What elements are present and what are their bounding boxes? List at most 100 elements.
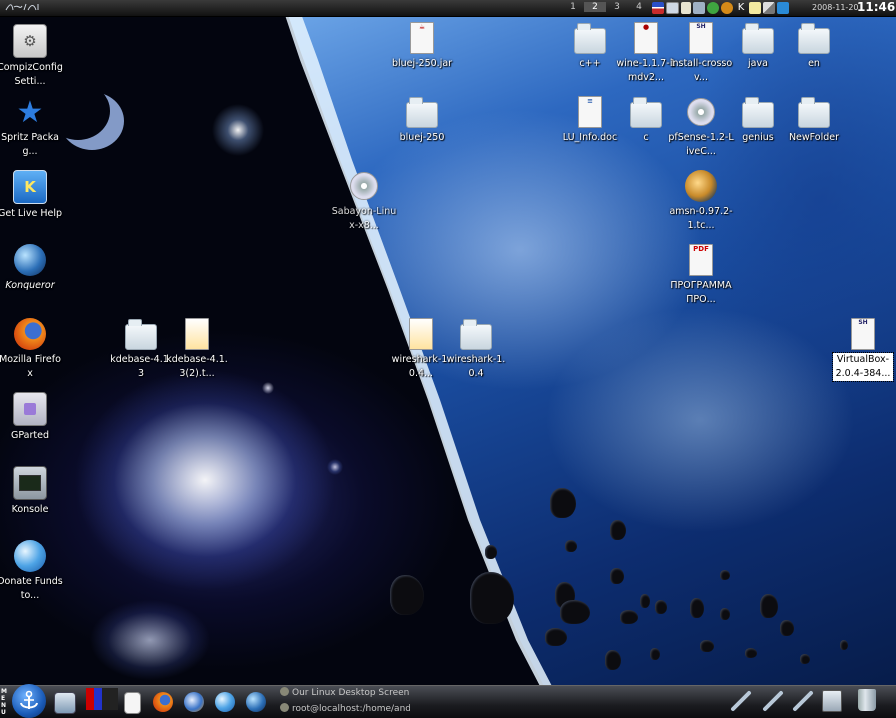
desktop-icon-newfolder[interactable]: NewFolder	[781, 96, 847, 145]
pen-tool-icon[interactable]	[792, 690, 814, 712]
task-label: root@localhost:/home/and	[292, 704, 410, 714]
desktop-icon-bluej-folder[interactable]: bluej-250	[389, 96, 455, 145]
konqueror-launch-icon[interactable]	[246, 692, 266, 712]
globe-launch-icon[interactable]	[215, 692, 235, 712]
asteroid	[690, 598, 704, 618]
anchor-icon	[20, 690, 38, 709]
desktop-icon-firefox[interactable]: Mozilla Firefox	[0, 318, 63, 381]
desktop-icon-label: Konqueror	[5, 280, 55, 291]
desktop-icon-donate[interactable]: Donate Funds to...	[0, 540, 63, 603]
asteroid	[470, 572, 514, 624]
desktop-icon-compizconfig[interactable]: ⚙ CompizConfig Setti...	[0, 24, 63, 89]
pen-tool-icon[interactable]	[762, 690, 784, 712]
printer-icon[interactable]	[693, 2, 705, 14]
desktop-icon-en[interactable]: en	[781, 22, 847, 71]
desktop-icon-label: NewFolder	[788, 132, 840, 143]
clock-date[interactable]: 2008-11-20	[812, 3, 859, 12]
desktop-pager: 1 2 3 4	[562, 2, 650, 12]
save-disk-icon[interactable]	[822, 690, 842, 712]
desktop-4-button[interactable]: 4	[628, 2, 650, 12]
desktop-icon-konsole[interactable]: Konsole	[0, 466, 63, 517]
folder-icon-wrap	[460, 318, 492, 350]
task-browser[interactable]: Our Linux Desktop Screen	[280, 686, 410, 700]
folder-icon	[406, 97, 438, 128]
asteroid	[720, 570, 730, 580]
top-panel: 1 2 3 4 K 2008-11-20 11:46	[0, 0, 896, 17]
desktop-icon-konqueror[interactable]: Konqueror	[0, 244, 63, 293]
desktop-icon-pdf[interactable]: PDF ПРОГРАММА ПРО...	[668, 244, 734, 307]
folder-icon	[798, 97, 830, 128]
desktop-2-button[interactable]: 2	[584, 2, 606, 12]
pen-icon-svg	[731, 691, 751, 711]
folder-icon	[742, 97, 774, 128]
desktop-3-button[interactable]: 3	[606, 2, 628, 12]
asteroid	[760, 594, 778, 618]
pen-icon-svg	[763, 691, 783, 711]
network-icon[interactable]	[763, 2, 775, 14]
k-help-icon: K	[13, 170, 47, 204]
asteroid	[620, 610, 638, 624]
pager-mini-icon[interactable]	[86, 688, 118, 710]
task-label: Our Linux Desktop Screen	[292, 688, 410, 698]
script-icon: SH	[689, 22, 713, 54]
asteroid	[390, 575, 424, 615]
asteroid	[780, 620, 794, 636]
java-file-icon: ☕	[410, 22, 434, 54]
pen-tool-icon[interactable]	[730, 690, 752, 712]
folder-icon	[630, 97, 662, 128]
pdf-wrap: PDF	[685, 244, 717, 276]
compiz-config-icon: ⚙	[13, 24, 47, 58]
asteroid	[640, 594, 650, 608]
folder-icon	[125, 319, 157, 350]
task-terminal[interactable]: root@localhost:/home/and	[280, 702, 410, 716]
desktop-icon-label: bluej-250.jar	[391, 58, 453, 69]
thunderbird-launch-icon[interactable]	[184, 692, 204, 712]
konqueror-icon	[14, 244, 46, 276]
clipboard-icon[interactable]	[681, 2, 691, 14]
crescent-moon	[60, 92, 124, 150]
k-icon[interactable]: K	[735, 2, 747, 14]
desktop-1-button[interactable]: 1	[562, 2, 584, 12]
script-wrap: SH	[847, 318, 879, 350]
panel-logo	[4, 1, 42, 16]
desktop-icon-gparted[interactable]: GParted	[0, 392, 63, 443]
java-file-wrap: ☕	[406, 22, 438, 54]
desktop-icon-amsn[interactable]: amsn-0.97.2-1.tc...	[668, 170, 734, 233]
desktop-icon-get-live-help[interactable]: K Get Live Help	[0, 170, 63, 221]
flag-icon[interactable]	[652, 2, 664, 14]
desktop-icon-kdebase-archive[interactable]: kdebase-4.1.3(2).t...	[164, 318, 230, 381]
show-desktop-icon[interactable]	[54, 692, 76, 714]
desktop-icon-virtualbox[interactable]: SH VirtualBox-2.0.4-384...	[832, 318, 894, 382]
terminal-task-icon	[280, 703, 289, 712]
asteroid	[565, 540, 577, 552]
handwriting-logo-icon	[5, 3, 39, 11]
desktop-icon-label: kdebase-4.1.3(2).t...	[166, 354, 228, 379]
desktop-icon-spritz[interactable]: ★ Spritz Packag...	[0, 95, 63, 159]
asteroid	[650, 648, 660, 660]
asteroid	[655, 600, 667, 614]
gear-icon[interactable]	[721, 2, 733, 14]
green-apple-icon[interactable]	[707, 2, 719, 14]
doc-wrap: ≡	[574, 96, 606, 128]
system-tray: K	[652, 2, 789, 14]
desktop-icon-label: VirtualBox-2.0.4-384...	[832, 352, 894, 382]
disc-image-wrap	[348, 170, 380, 202]
menu-label[interactable]: MENU	[1, 688, 9, 716]
browser-task-icon	[280, 687, 289, 696]
trash-icon[interactable]	[858, 689, 876, 711]
desktop-icon-label: Sabayon-Linux-x8...	[331, 206, 397, 231]
firefox-launch-icon[interactable]	[153, 692, 173, 712]
notify-icon[interactable]	[777, 2, 789, 14]
anchor-menu-button[interactable]	[12, 684, 46, 718]
clock-time[interactable]: 11:46	[857, 0, 895, 14]
pen-icon-svg	[793, 691, 813, 711]
asteroid	[545, 628, 567, 646]
asteroid	[605, 650, 621, 670]
script-icon: SH	[851, 318, 875, 350]
screen-icon[interactable]	[666, 2, 679, 14]
text-editor-icon[interactable]	[124, 692, 141, 714]
desktop-icon-wireshark-folder[interactable]: wireshark-1.0.4	[443, 318, 509, 381]
notes-icon[interactable]	[749, 2, 761, 14]
desktop-icon-sabayon[interactable]: Sabayon-Linux-x8...	[331, 170, 397, 233]
desktop-icon-bluej-jar[interactable]: ☕ bluej-250.jar	[389, 22, 455, 71]
